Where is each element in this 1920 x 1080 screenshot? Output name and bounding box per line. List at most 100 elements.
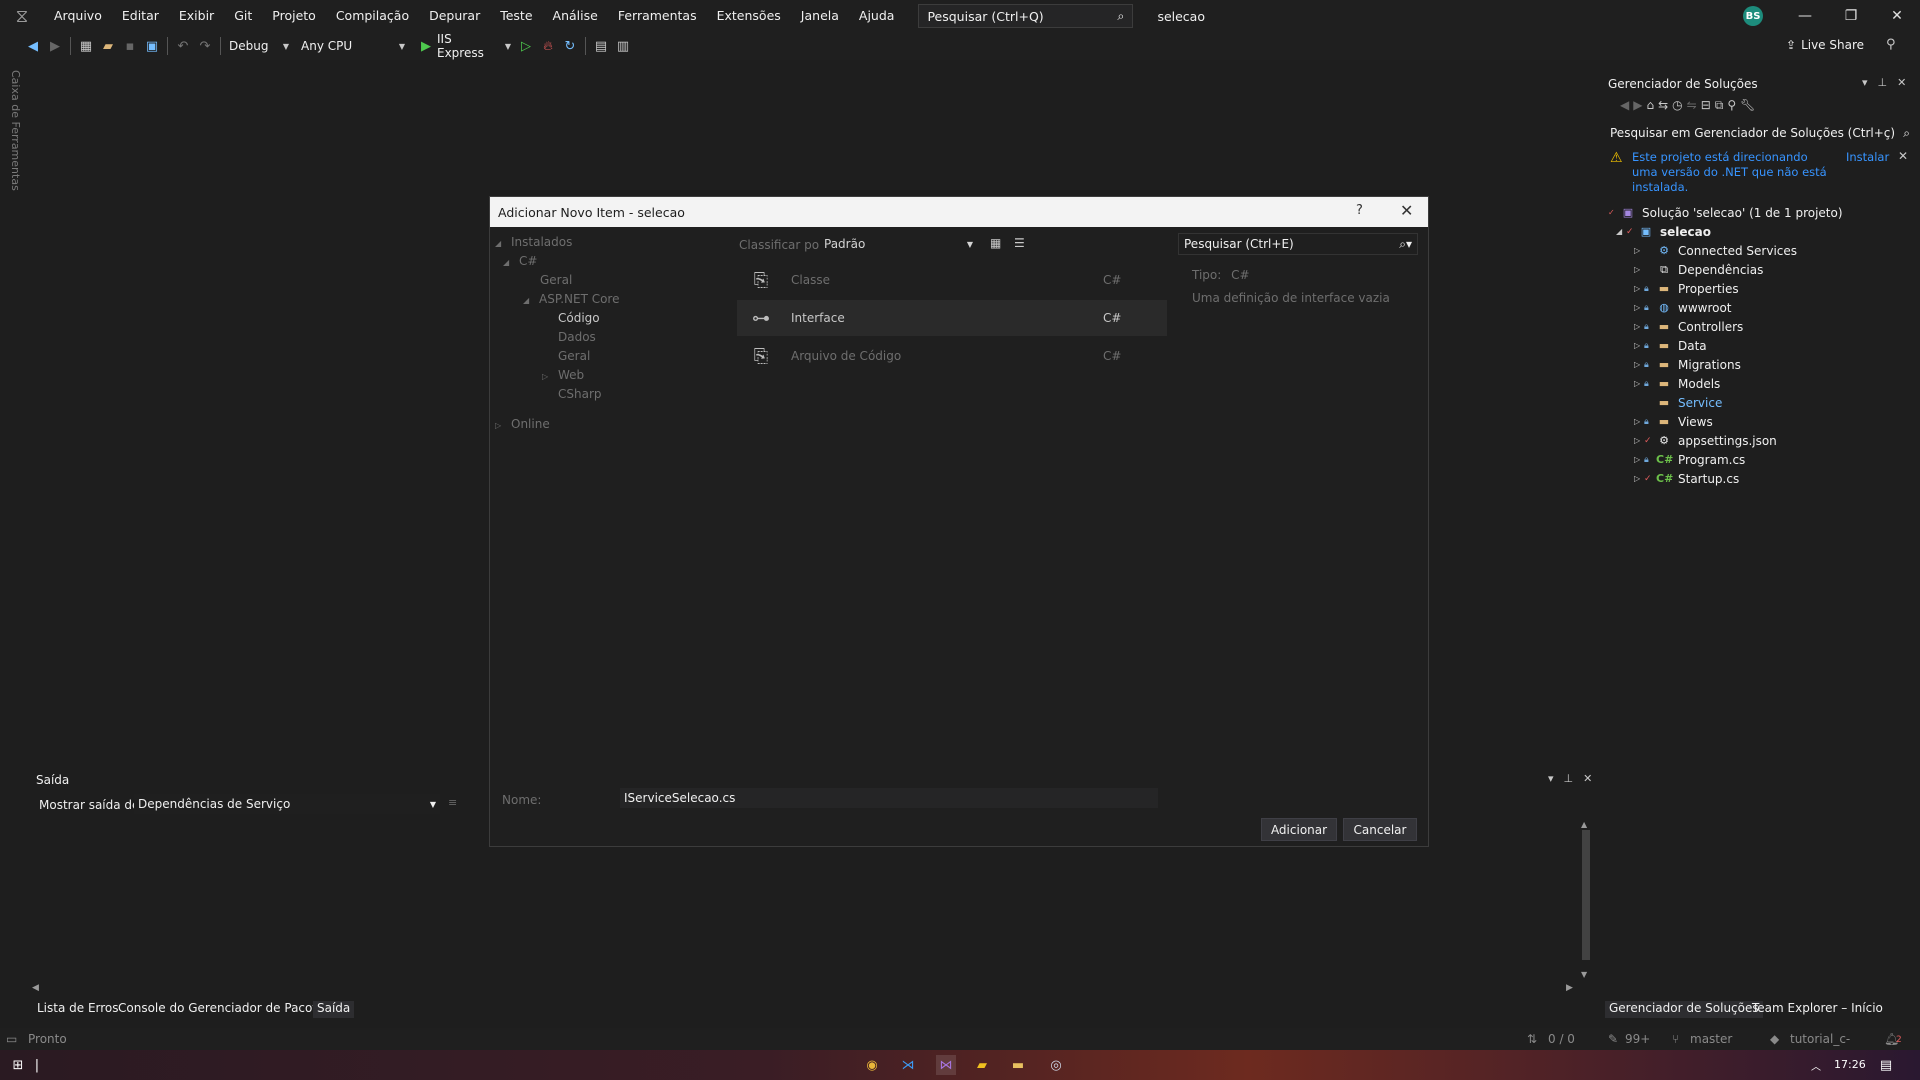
tree-item-codigo[interactable]: Código xyxy=(558,311,600,325)
menu-editar[interactable]: Editar xyxy=(112,0,169,32)
solution-explorer-search[interactable]: Pesquisar em Gerenciador de Soluções (Ct… xyxy=(1606,123,1914,143)
dialog-search-box[interactable]: Pesquisar (Ctrl+E) ⌕▾ xyxy=(1178,233,1418,255)
back-arrow-icon[interactable]: ◀ xyxy=(22,35,44,57)
user-avatar[interactable]: BS xyxy=(1743,6,1763,26)
refresh-icon[interactable]: ↻ xyxy=(559,35,581,57)
template-interface[interactable]: ⊶ Interface C# xyxy=(737,300,1167,336)
node-migrations[interactable]: ▷ 🔒︎ ▬ Migrations xyxy=(1634,355,1741,374)
menu-git[interactable]: Git xyxy=(224,0,262,32)
browser-link-icon[interactable]: ▤ xyxy=(590,35,612,57)
node-properties[interactable]: ▷ 🔒︎ ▬ Properties xyxy=(1634,279,1739,298)
expand-icon[interactable]: ▷ xyxy=(1634,379,1644,388)
node-connected-services[interactable]: ▷ ⚙ Connected Services xyxy=(1634,241,1797,260)
branch-name[interactable]: master xyxy=(1690,1032,1732,1046)
global-search-box[interactable]: Pesquisar (Ctrl+Q) ⌕ xyxy=(918,4,1134,28)
pin-icon[interactable]: ⊥ xyxy=(1564,772,1574,785)
menu-janela[interactable]: Janela xyxy=(791,0,849,32)
expand-icon[interactable]: ▷ xyxy=(1634,303,1644,312)
run-play-icon[interactable]: ▶ xyxy=(415,35,437,57)
pin-icon[interactable]: ⊥ xyxy=(1878,76,1888,89)
menu-ferramentas[interactable]: Ferramentas xyxy=(608,0,707,32)
minimize-icon[interactable]: — xyxy=(1782,0,1828,32)
node-views[interactable]: ▷ 🔒︎ ▬ Views xyxy=(1634,412,1713,431)
pencil-icon[interactable]: ✎ xyxy=(1608,1032,1618,1046)
node-controllers[interactable]: ▷ 🔒︎ ▬ Controllers xyxy=(1634,317,1743,336)
node-wwwroot[interactable]: ▷ 🔒︎ ◍ wwwroot xyxy=(1634,298,1732,317)
menu-ajuda[interactable]: Ajuda xyxy=(849,0,905,32)
undo-icon[interactable]: ↶ xyxy=(172,35,194,57)
node-appsettings[interactable]: ▷ ✓ ⚙ appsettings.json xyxy=(1634,431,1777,450)
node-models[interactable]: ▷ 🔒︎ ▬ Models xyxy=(1634,374,1720,393)
redo-icon[interactable]: ↷ xyxy=(194,35,216,57)
forward-arrow-icon[interactable]: ▶ xyxy=(44,35,66,57)
tree-item-geral[interactable]: Geral xyxy=(540,273,572,287)
collapse-icon[interactable]: ◢ xyxy=(495,239,503,248)
expand-icon[interactable]: ▷ xyxy=(1634,474,1644,483)
chevron-down-icon[interactable]: ▾ xyxy=(1548,772,1554,785)
scroll-right-icon[interactable]: ▶ xyxy=(1566,983,1573,993)
expand-icon[interactable]: ▷ xyxy=(1634,284,1644,293)
platform-dropdown[interactable]: Any CPU ▼ xyxy=(297,36,409,56)
collapse-icon[interactable]: ◢ xyxy=(503,258,511,267)
expand-icon[interactable]: ▷ xyxy=(1634,436,1644,445)
template-classe[interactable]: ⎘ Classe C# xyxy=(737,262,1167,298)
node-data[interactable]: ▷ 🔒︎ ▬ Data xyxy=(1634,336,1707,355)
repo-name[interactable]: tutorial_c- xyxy=(1790,1032,1850,1046)
file-explorer-icon[interactable]: ▬ xyxy=(1008,1055,1028,1075)
close-icon[interactable]: ✕ xyxy=(1583,772,1592,785)
menu-exibir[interactable]: Exibir xyxy=(169,0,224,32)
close-icon[interactable]: ✕ xyxy=(1400,201,1413,220)
node-dependencias[interactable]: ▷ ⧉ Dependências xyxy=(1634,260,1763,279)
tab-console-gerenciador-pacotes[interactable]: Console do Gerenciador de Pacotes xyxy=(114,1001,335,1018)
warning-text[interactable]: Este projeto está direcionando uma versã… xyxy=(1632,150,1832,195)
menu-depurar[interactable]: Depurar xyxy=(419,0,490,32)
properties-wrench-icon[interactable]: 🔧︎ xyxy=(1740,98,1755,113)
tab-saida[interactable]: Saída xyxy=(313,1001,355,1018)
list-view-icon[interactable]: ☰ xyxy=(1014,236,1025,250)
action-center-icon[interactable]: ▤ xyxy=(1876,1055,1896,1075)
solution-node[interactable]: ✓ ▣ Solução 'selecao' (1 de 1 projeto) xyxy=(1608,203,1843,222)
tree-item-aspnet-core[interactable]: ◢ ASP.NET Core xyxy=(523,292,619,306)
install-link[interactable]: Instalar xyxy=(1846,150,1889,164)
live-share-button[interactable]: ⇪ Live Share xyxy=(1786,38,1864,52)
tab-team-explorer[interactable]: Team Explorer – Início xyxy=(1748,1001,1887,1018)
back-arrow-icon[interactable]: ◀ xyxy=(1620,98,1629,113)
pending-edits-count[interactable]: 99+ xyxy=(1625,1032,1650,1046)
steam-icon[interactable]: ◎ xyxy=(1046,1055,1066,1075)
vertical-scrollbar-thumb[interactable] xyxy=(1582,830,1590,960)
expand-icon[interactable]: ▷ xyxy=(542,372,550,381)
changes-count[interactable]: 0 / 0 xyxy=(1548,1032,1575,1046)
repo-icon[interactable]: ◆ xyxy=(1770,1032,1779,1046)
forward-arrow-icon[interactable]: ▶ xyxy=(1633,98,1642,113)
tree-item-geral-2[interactable]: Geral xyxy=(558,349,590,363)
filter-icon[interactable]: ⚲ xyxy=(1727,98,1736,113)
expand-icon[interactable]: ▷ xyxy=(1634,417,1644,426)
menu-projeto[interactable]: Projeto xyxy=(262,0,326,32)
menu-compilacao[interactable]: Compilação xyxy=(326,0,419,32)
expand-icon[interactable]: ▷ xyxy=(1634,360,1644,369)
visual-studio-icon[interactable]: ⋈ xyxy=(936,1055,956,1075)
chevron-down-icon[interactable]: ▾ xyxy=(1862,76,1868,89)
project-node[interactable]: ◢ ✓ ▣ selecao xyxy=(1616,222,1711,241)
collapse-icon[interactable]: ◢ xyxy=(1616,227,1626,236)
tree-item-web[interactable]: ▷ Web xyxy=(542,368,584,382)
grid-view-icon[interactable]: ▦ xyxy=(990,236,1001,250)
toolbox-tab[interactable]: Caixa de Ferramentas xyxy=(8,70,22,191)
switch-views-icon[interactable]: ⇆ xyxy=(1658,98,1668,113)
branch-icon[interactable]: ⑂ xyxy=(1672,1032,1679,1046)
node-service[interactable]: ▬ Service xyxy=(1634,393,1723,412)
template-arquivo-de-codigo[interactable]: ⎘ Arquivo de Código C# xyxy=(737,338,1167,374)
changes-icon[interactable]: ⇅ xyxy=(1527,1032,1537,1046)
collapse-icon[interactable]: ◢ xyxy=(523,296,531,305)
expand-icon[interactable]: ▷ xyxy=(1634,322,1644,331)
sticky-app-icon[interactable]: ▰ xyxy=(972,1055,992,1075)
close-icon[interactable]: ✕ xyxy=(1897,76,1906,89)
show-all-files-icon[interactable]: ⧉ xyxy=(1715,98,1724,113)
save-icon[interactable]: ▪ xyxy=(119,35,141,57)
collapse-all-icon[interactable]: ⊟ xyxy=(1701,98,1711,113)
scroll-up-icon[interactable]: ▲ xyxy=(1581,820,1587,829)
menu-arquivo[interactable]: Arquivo xyxy=(44,0,112,32)
tree-item-csharp[interactable]: ◢ C# xyxy=(503,254,537,268)
tree-item-csharp-sub[interactable]: CSharp xyxy=(558,387,602,401)
menu-teste[interactable]: Teste xyxy=(490,0,542,32)
